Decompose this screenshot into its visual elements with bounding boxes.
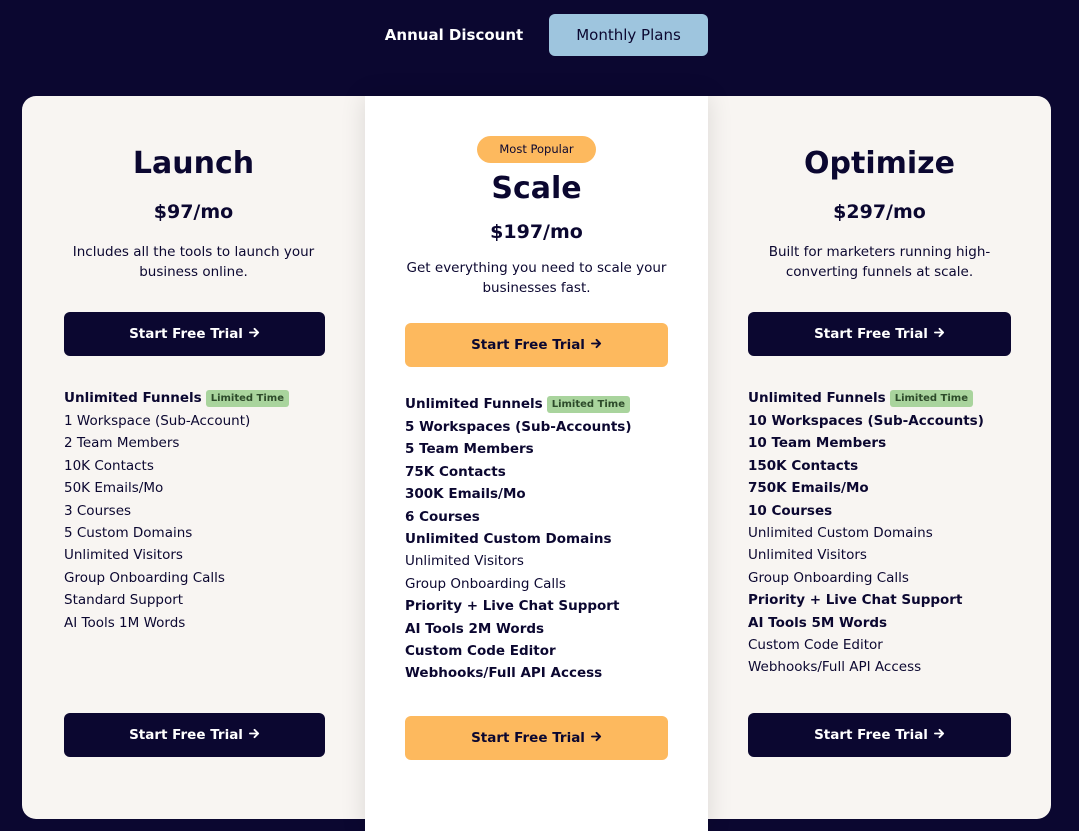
list-item: 5 Custom Domains [64,524,193,541]
list-item: Group Onboarding Calls [405,575,566,592]
plan-description-line: businesses fast. [482,280,591,296]
feature-text: Unlimited Funnels [64,390,202,406]
list-item: 300K Emails/Mo [405,486,526,503]
arrow-right-icon [933,713,945,757]
list-item: 5 Team Members [405,441,534,458]
list-item: Unlimited Visitors [405,553,524,570]
list-item: 2 Team Members [64,435,180,452]
list-item: Webhooks/Full API Access [405,665,603,682]
limited-time-tag: Limited Time [546,396,631,413]
arrow-right-icon [590,716,602,760]
list-item: Standard Support [64,592,184,609]
button-label: Start Free Trial [129,326,243,342]
list-item: 3 Courses [64,502,132,519]
list-item: Priority + Live Chat Support [748,592,963,609]
start-free-trial-button[interactable]: Start Free Trial [405,323,668,367]
list-item: 750K Emails/Mo [748,480,869,497]
plan-description: Includes all the tools to launch your bu… [22,242,365,282]
plan-price: $297/mo [833,201,926,223]
list-item: Custom Code Editor [405,642,556,659]
arrow-right-icon [248,312,260,356]
list-item: Unlimited Funnels Limited Time [64,386,290,410]
feature-text: Unlimited Funnels [405,396,543,412]
start-free-trial-button[interactable]: Start Free Trial [748,312,1011,356]
button-label: Start Free Trial [814,727,928,743]
list-item: Webhooks/Full API Access [748,659,922,676]
plan-description: Built for marketers running high- conver… [708,242,1051,282]
list-item: AI Tools 1M Words [64,614,186,631]
plan-description-line: Built for marketers running high- [768,244,991,260]
list-item: Unlimited Visitors [748,547,867,564]
list-item: Unlimited Visitors [64,547,183,564]
list-item: 1 Workspace (Sub-Account) [64,413,251,429]
plan-title: Launch [132,146,255,181]
arrow-right-icon [933,312,945,356]
plan-card-launch: Launch $97/mo Includes all the tools to … [22,96,365,819]
plan-description-line: Includes all the tools to launch your [72,244,315,260]
list-item: 10 Workspaces (Sub-Accounts) [748,413,984,429]
list-item: 10K Contacts [64,457,154,474]
plan-description: Get everything you need to scale your bu… [365,258,708,298]
plan-toggle: Annual Discount Monthly Plans [0,14,1079,56]
start-free-trial-button[interactable]: Start Free Trial [748,713,1011,757]
limited-time-tag: Limited Time [889,390,974,407]
feature-list: Unlimited Funnels Limited Time 10 Workspa… [748,386,984,679]
feature-list: Unlimited Funnels Limited Time 5 Workspac… [405,392,632,685]
plan-price: $97/mo [153,201,234,223]
list-item: AI Tools 2M Words [405,620,545,637]
list-item: 10 Courses [748,502,833,519]
list-item: 75K Contacts [405,463,506,480]
plan-card-optimize: Optimize $297/mo Built for marketers run… [708,96,1051,819]
list-item: 10 Team Members [748,435,887,452]
button-label: Start Free Trial [471,337,585,353]
list-item: Unlimited Funnels Limited Time [748,386,984,410]
list-item: Unlimited Funnels Limited Time [405,392,632,416]
plan-title: Optimize [804,146,955,181]
plan-description-line: business online. [139,264,248,280]
button-label: Start Free Trial [129,727,243,743]
button-label: Start Free Trial [814,326,928,342]
start-free-trial-button[interactable]: Start Free Trial [405,716,668,760]
feature-text: Unlimited Funnels [748,390,886,406]
plan-card-scale: Most Popular Scale $197/mo Get everythin… [365,96,708,831]
plan-description-line: converting funnels at scale. [785,264,974,280]
list-item: 6 Courses [405,508,480,525]
most-popular-badge: Most Popular [477,136,596,163]
list-item: 50K Emails/Mo [64,480,164,497]
list-item: Group Onboarding Calls [64,569,225,586]
list-item: Priority + Live Chat Support [405,598,620,615]
annual-discount-tab[interactable]: Annual Discount [377,14,531,56]
start-free-trial-button[interactable]: Start Free Trial [64,713,325,757]
list-item: AI Tools 5M Words [748,614,888,631]
arrow-right-icon [248,713,260,757]
start-free-trial-button[interactable]: Start Free Trial [64,312,325,356]
plan-title: Scale [491,171,582,206]
list-item: 5 Workspaces (Sub-Accounts) [405,419,632,435]
monthly-plans-tab[interactable]: Monthly Plans [549,14,708,56]
feature-list: Unlimited Funnels Limited Time 1 Workspac… [64,386,290,634]
list-item: Group Onboarding Calls [748,569,909,586]
button-label: Start Free Trial [471,730,585,746]
list-item: Unlimited Custom Domains [405,530,612,547]
limited-time-tag: Limited Time [205,390,290,407]
list-item: Unlimited Custom Domains [748,524,933,541]
plan-description-line: Get everything you need to scale your [406,260,667,276]
plan-price: $197/mo [490,221,583,243]
list-item: 150K Contacts [748,457,859,474]
list-item: Custom Code Editor [748,636,883,653]
arrow-right-icon [590,323,602,367]
